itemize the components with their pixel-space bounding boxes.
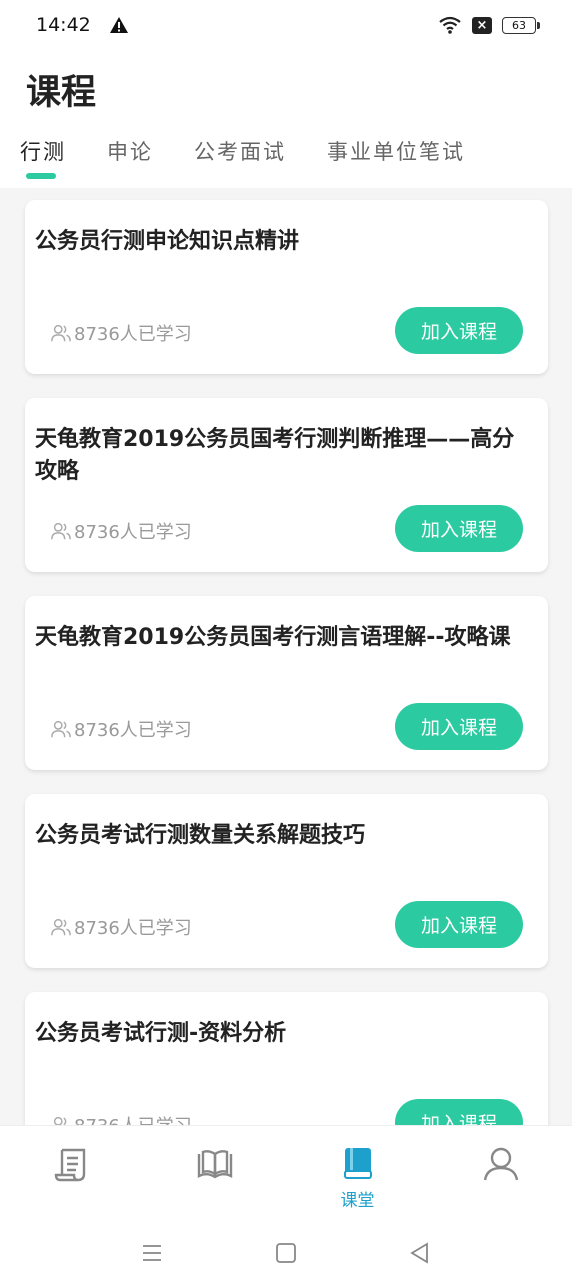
battery-icon: 63 [502,16,540,34]
join-course-button[interactable]: 加入课程 [395,1099,523,1125]
back-triangle-icon[interactable] [408,1241,432,1265]
users-icon [51,324,71,342]
course-card[interactable]: 公务员行测申论知识点精讲 8736人已学习 加入课程 [25,200,548,374]
status-bar: 14:42 × 63 [0,0,572,50]
home-square-icon[interactable] [274,1241,298,1265]
users-icon [51,918,71,936]
tab-shenlun[interactable]: 申论 [107,136,153,182]
join-course-button[interactable]: 加入课程 [395,703,523,750]
warning-icon [109,17,128,33]
bottom-nav: 课堂 [0,1125,572,1225]
course-title: 天龟教育2019公务员国考行测判断推理——高分攻略 [35,427,515,484]
notification-x-icon: × [472,16,492,34]
learner-count: 8736人已学习 [50,320,192,346]
users-icon [53,1116,67,1125]
book-icon [343,1148,372,1179]
nav-item-library[interactable] [143,1126,286,1225]
course-card[interactable]: 公务员考试行测-资料分析 8736人已学习 加入课程 [25,992,548,1125]
nav-item-profile[interactable] [429,1126,572,1225]
wifi-icon [439,16,461,34]
user-profile-icon [483,1147,518,1181]
join-course-button[interactable]: 加入课程 [395,901,523,948]
learner-count: 8736人已学习 [50,1112,192,1125]
tab-interview[interactable]: 公考面试 [194,136,286,182]
nav-label-classroom: 课堂 [340,1191,375,1211]
page-title: 课程 [26,73,97,113]
join-course-button[interactable]: 加入课程 [395,307,523,354]
learner-count-text: 8736人已学习 [74,522,192,543]
learner-count: 8736人已学习 [50,518,192,544]
learner-count-text: 8736人已学习 [74,324,192,345]
category-tabs: 行测 申论 公考面试 事业单位笔试 [20,136,465,182]
learner-count: 8736人已学习 [50,914,192,940]
course-list[interactable]: 公务员行测申论知识点精讲 8736人已学习 加入课程 天龟教育2019公务员国考… [0,188,572,1125]
menu-icon[interactable] [140,1241,164,1265]
learner-count-text: 8736人已学习 [74,720,192,741]
learner-count-text: 8736人已学习 [74,918,192,939]
users-icon [51,720,71,738]
course-title: 公务员考试行测-资料分析 [35,1021,287,1046]
tab-xingce[interactable]: 行测 [20,136,66,182]
course-card[interactable]: 天龟教育2019公务员国考行测言语理解--攻略课 8736人已学习 加入课程 [25,596,548,770]
learner-count: 8736人已学习 [50,716,192,742]
nav-item-exams[interactable] [0,1126,143,1225]
battery-level: 63 [512,18,526,32]
course-card[interactable]: 公务员考试行测数量关系解题技巧 8736人已学习 加入课程 [25,794,548,968]
status-time: 14:42 [36,14,91,36]
tab-public-institution[interactable]: 事业单位笔试 [327,136,465,182]
system-nav-bar [0,1225,572,1280]
join-course-button[interactable]: 加入课程 [395,505,523,552]
users-icon [51,522,71,540]
course-card[interactable]: 天龟教育2019公务员国考行测判断推理——高分攻略 8736人已学习 加入课程 [25,398,548,572]
open-book-icon [197,1150,232,1179]
nav-item-classroom[interactable]: 课堂 [286,1126,429,1225]
course-title: 天龟教育2019公务员国考行测言语理解--攻略课 [35,625,511,650]
document-scroll-icon [54,1148,85,1182]
learner-count-text: 8736人已学习 [74,1112,192,1125]
header: 课程 行测 申论 公考面试 事业单位笔试 [0,50,572,188]
course-title: 公务员行测申论知识点精讲 [35,229,300,254]
course-title: 公务员考试行测数量关系解题技巧 [35,823,366,848]
